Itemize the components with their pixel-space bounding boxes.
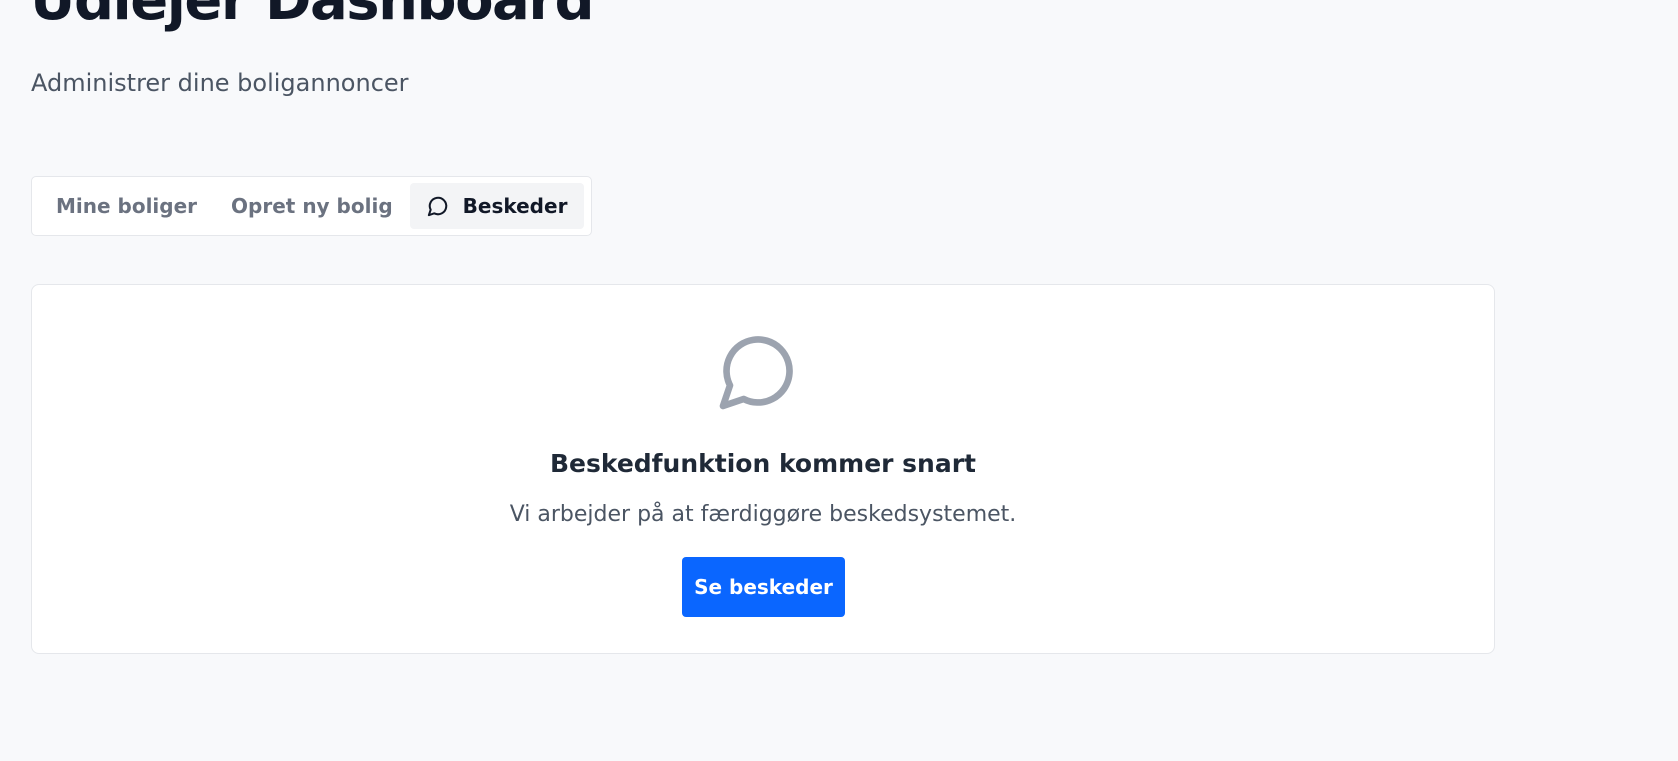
page-title: Udlejer Dashboard	[30, 0, 595, 33]
message-circle-icon	[716, 328, 800, 414]
see-messages-button[interactable]: Se beskeder	[682, 557, 845, 617]
panel-title: Beskedfunktion kommer snart	[549, 449, 977, 478]
tab-mine-boliger[interactable]: Mine boliger	[39, 183, 214, 229]
message-circle-icon	[427, 195, 449, 217]
tab-bar: Mine boliger Opret ny bolig Beskeder	[31, 176, 593, 236]
tab-label: Opret ny bolig	[231, 194, 393, 218]
tab-opret-ny-bolig[interactable]: Opret ny bolig	[214, 183, 410, 229]
landlord-dashboard: Udlejer Dashboard Administrer dine bolig…	[0, 0, 1678, 761]
messages-panel: Beskedfunktion kommer snart Vi arbejder …	[31, 284, 1495, 654]
page-subtitle: Administrer dine boligannoncer	[31, 69, 409, 97]
tab-label: Mine boliger	[56, 194, 198, 218]
panel-description: Vi arbejder på at færdiggøre beskedsyste…	[509, 502, 1017, 527]
tab-beskeder[interactable]: Beskeder	[409, 183, 585, 229]
tab-label: Beskeder	[462, 194, 568, 218]
